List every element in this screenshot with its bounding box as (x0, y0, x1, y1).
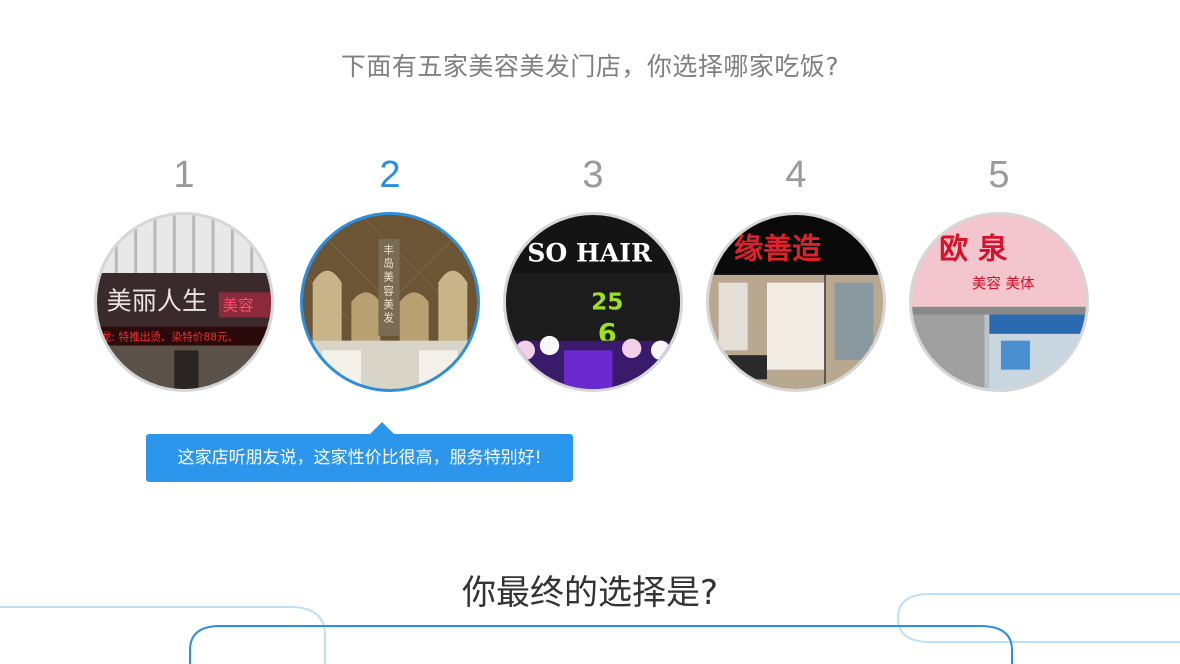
storefront-image: SO HAIR 25 6 (506, 215, 680, 389)
store-number: 4 (785, 154, 807, 196)
store-number: 1 (173, 154, 195, 196)
store-option-2[interactable]: 2 丰岛 美容 美发 (295, 150, 485, 392)
store-number: 2 (379, 154, 401, 196)
tooltip-arrow (370, 422, 394, 434)
store-option-3[interactable]: 3 SO HAIR 25 6 (498, 150, 688, 392)
store-review-tooltip: 这家店听朋友说，这家性价比很高，服务特别好! (146, 422, 573, 482)
storefront-image: 丰岛 美容 美发 (303, 215, 477, 389)
svg-text:缘善造: 缘善造 (734, 232, 821, 266)
svg-text:欧 泉: 欧 泉 (939, 232, 1008, 266)
storefront-image: 美丽人生 美容 龙: 特推出烫、染特价88元、 (97, 215, 271, 389)
svg-text:SO HAIR: SO HAIR (527, 237, 653, 267)
decorative-lines (0, 593, 1180, 664)
store-number: 5 (988, 154, 1010, 196)
store-option-5[interactable]: 5 欧 泉 美容 美体 (904, 150, 1094, 392)
store-option-4[interactable]: 4 缘善造 (701, 150, 891, 392)
store-option-1[interactable]: 1 美丽人生 美容 龙: 特推出烫、染特价88元、 (89, 150, 279, 392)
store-photo[interactable]: 欧 泉 美容 美体 (909, 212, 1089, 392)
svg-text:龙: 特推出烫、染特价88元、: 龙: 特推出烫、染特价88元、 (101, 331, 238, 344)
store-photo[interactable]: 丰岛 美容 美发 (300, 212, 480, 392)
svg-text:美丽人生: 美丽人生 (107, 287, 208, 316)
store-number: 3 (582, 154, 604, 196)
store-photo[interactable]: 美丽人生 美容 龙: 特推出烫、染特价88元、 (94, 212, 274, 392)
tooltip-text: 这家店听朋友说，这家性价比很高，服务特别好! (177, 448, 542, 468)
svg-text:25: 25 (591, 289, 623, 316)
svg-text:美容 美体: 美容 美体 (972, 275, 1035, 292)
store-photo[interactable]: 缘善造 (706, 212, 886, 392)
storefront-image: 欧 泉 美容 美体 (912, 215, 1086, 389)
store-photo[interactable]: SO HAIR 25 6 (503, 212, 683, 392)
storefront-image: 缘善造 (709, 215, 883, 389)
svg-text:美容: 美容 (223, 297, 254, 315)
question-title: 下面有五家美容美发门店，你选择哪家吃饭? (340, 52, 840, 81)
